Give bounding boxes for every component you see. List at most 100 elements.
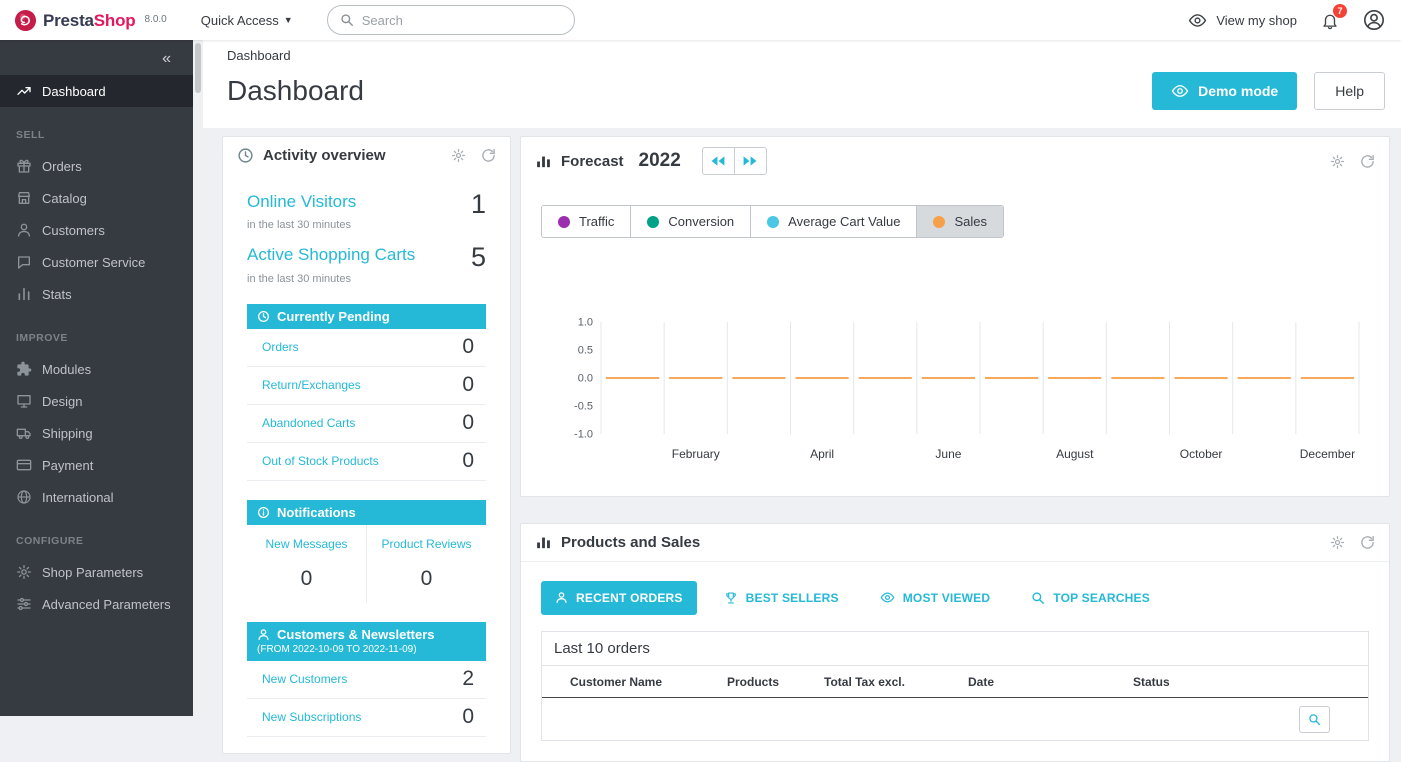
- pending-out-of-stock-link[interactable]: Out of Stock Products: [262, 454, 379, 468]
- pending-abandoned-carts-link[interactable]: Abandoned Carts: [262, 416, 355, 430]
- column-total-tax-excl: Total Tax excl.: [824, 675, 968, 689]
- refresh-icon[interactable]: [481, 148, 496, 163]
- refresh-icon[interactable]: [1360, 154, 1375, 169]
- forecast-next-year-button[interactable]: [734, 147, 767, 175]
- sliders-icon: [16, 596, 32, 612]
- svg-text:August: August: [1056, 447, 1094, 461]
- pending-orders-link[interactable]: Orders: [262, 340, 299, 354]
- info-icon: [257, 506, 270, 519]
- sidebar-collapse-button[interactable]: «: [0, 40, 193, 75]
- notification-badge: 7: [1333, 4, 1347, 18]
- column-status: Status: [1133, 675, 1368, 689]
- forecast-year-nav: [702, 147, 767, 175]
- new-customers-value: 2: [462, 667, 474, 691]
- sidebar-item-shipping[interactable]: Shipping: [0, 417, 193, 449]
- active-shopping-carts-link[interactable]: Active Shopping Carts: [247, 245, 415, 265]
- forecast-year: 2022: [639, 150, 681, 172]
- gear-icon[interactable]: [451, 148, 466, 163]
- breadcrumb: Dashboard: [227, 48, 1385, 63]
- quick-access-dropdown[interactable]: Quick Access ▼: [201, 13, 293, 28]
- active-shopping-carts-value: 5: [471, 245, 486, 269]
- product-reviews-link[interactable]: Product Reviews: [381, 537, 471, 551]
- chevron-down-icon: ▼: [284, 15, 293, 25]
- sidebar: « Dashboard SELL Orders Catalog Customer…: [0, 40, 193, 716]
- svg-text:February: February: [672, 447, 720, 461]
- right-column: Forecast 2022: [520, 136, 1390, 762]
- sidebar-scrollbar[interactable]: [193, 40, 203, 716]
- new-subscriptions-value: 0: [462, 705, 474, 729]
- user-avatar[interactable]: [1363, 9, 1385, 31]
- pending-row-out-of-stock: Out of Stock Products 0: [247, 443, 486, 481]
- currently-pending-header: Currently Pending: [247, 304, 486, 329]
- sidebar-item-shop-parameters[interactable]: Shop Parameters: [0, 556, 193, 588]
- metric-sales[interactable]: Sales: [916, 206, 1003, 237]
- column-customer-name: Customer Name: [570, 675, 727, 689]
- conversion-dot-icon: [647, 216, 659, 228]
- tab-most-viewed[interactable]: MOST VIEWED: [866, 580, 1005, 615]
- order-row: [542, 698, 1368, 740]
- sidebar-scrollbar-thumb[interactable]: [195, 43, 201, 93]
- store-icon: [16, 190, 32, 206]
- tab-best-sellers[interactable]: BEST SELLERS: [710, 581, 853, 615]
- product-reviews-cell: Product Reviews 0: [366, 525, 486, 603]
- metric-traffic[interactable]: Traffic: [542, 206, 630, 237]
- new-customers-link[interactable]: New Customers: [262, 672, 347, 686]
- traffic-dot-icon: [558, 216, 570, 228]
- sidebar-item-design[interactable]: Design: [0, 385, 193, 417]
- sidebar-item-customer-service[interactable]: Customer Service: [0, 246, 193, 278]
- sidebar-item-orders[interactable]: Orders: [0, 150, 193, 182]
- bar-chart-icon: [535, 534, 552, 551]
- pending-returns-link[interactable]: Return/Exchanges: [262, 378, 361, 392]
- gear-icon[interactable]: [1330, 154, 1345, 169]
- forecast-panel: Forecast 2022: [520, 136, 1390, 497]
- sidebar-item-international[interactable]: International: [0, 481, 193, 513]
- sidebar-item-stats[interactable]: Stats: [0, 278, 193, 310]
- sidebar-item-catalog[interactable]: Catalog: [0, 182, 193, 214]
- products-and-sales-title: Products and Sales: [561, 534, 700, 551]
- online-visitors-link[interactable]: Online Visitors: [247, 192, 356, 212]
- refresh-icon[interactable]: [1360, 535, 1375, 550]
- metric-conversion[interactable]: Conversion: [630, 206, 750, 237]
- person-icon: [16, 222, 32, 238]
- page-header: Dashboard Dashboard Demo mode Help: [203, 40, 1401, 128]
- sales-dot-icon: [933, 216, 945, 228]
- search-input[interactable]: [362, 13, 562, 28]
- view-my-shop-link[interactable]: View my shop: [1188, 11, 1297, 30]
- forecast-prev-year-button[interactable]: [702, 147, 735, 175]
- notifications-bell[interactable]: 7: [1321, 11, 1339, 30]
- demo-mode-button[interactable]: Demo mode: [1152, 72, 1297, 110]
- help-button[interactable]: Help: [1314, 72, 1385, 110]
- activity-overview-header: Activity overview: [223, 137, 510, 174]
- svg-text:December: December: [1300, 447, 1355, 461]
- gear-icon: [16, 564, 32, 580]
- order-details-button[interactable]: [1299, 706, 1330, 733]
- sidebar-item-advanced-parameters[interactable]: Advanced Parameters: [0, 588, 193, 620]
- skip-forward-icon: [743, 155, 757, 167]
- products-tabs: RECENT ORDERS BEST SELLERS MOST VIEWED: [521, 562, 1389, 631]
- pending-row-abandoned-carts: Abandoned Carts 0: [247, 405, 486, 443]
- pending-row-orders: Orders 0: [247, 329, 486, 367]
- tab-recent-orders[interactable]: RECENT ORDERS: [541, 581, 697, 615]
- sidebar-item-payment[interactable]: Payment: [0, 449, 193, 481]
- product-reviews-value: 0: [367, 567, 486, 591]
- search-icon: [340, 13, 354, 27]
- new-messages-link[interactable]: New Messages: [265, 537, 347, 551]
- prestashop-logo[interactable]: PrestaShop 8.0.0: [0, 9, 177, 32]
- new-subscriptions-link[interactable]: New Subscriptions: [262, 710, 361, 724]
- search-box: [327, 5, 575, 35]
- sidebar-item-dashboard[interactable]: Dashboard: [0, 75, 193, 107]
- sidebar-item-modules[interactable]: Modules: [0, 353, 193, 385]
- pending-abandoned-carts-value: 0: [462, 411, 474, 435]
- sidebar-section-improve: IMPROVE: [0, 310, 193, 353]
- eye-icon: [1188, 11, 1207, 30]
- metric-average-cart-value[interactable]: Average Cart Value: [750, 206, 916, 237]
- forecast-header: Forecast 2022: [521, 137, 1389, 185]
- new-messages-cell: New Messages 0: [247, 525, 366, 603]
- sidebar-section-sell: SELL: [0, 107, 193, 150]
- activity-overview-panel: Activity overview Online Visitors 1 in t…: [222, 136, 511, 754]
- gear-icon[interactable]: [1330, 535, 1345, 550]
- sidebar-item-customers[interactable]: Customers: [0, 214, 193, 246]
- tab-top-searches[interactable]: TOP SEARCHES: [1017, 581, 1164, 615]
- puzzle-icon: [16, 361, 32, 377]
- last-orders-box: Last 10 orders Customer Name Products To…: [541, 631, 1369, 741]
